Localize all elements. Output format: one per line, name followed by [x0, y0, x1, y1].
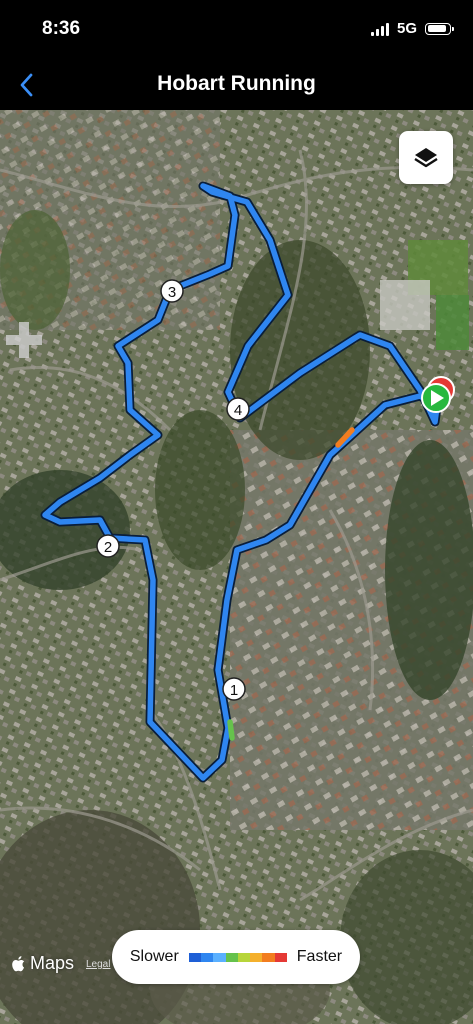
start-marker[interactable] [421, 383, 451, 413]
network-type: 5G [396, 20, 417, 37]
layers-icon [414, 147, 438, 167]
signal-icon [370, 22, 389, 36]
legend-faster-label: Faster [296, 948, 343, 965]
legend-slower-label: Slower [129, 948, 179, 965]
legal-link[interactable]: Legal [86, 959, 110, 970]
split-marker-2[interactable]: 2 [96, 534, 120, 558]
split-marker-label: 2 [104, 539, 112, 556]
split-marker-4[interactable]: 4 [226, 397, 250, 421]
split-marker-1[interactable]: 1 [222, 677, 246, 701]
split-markers: 1 2 3 4 [96, 279, 455, 701]
apple-icon [12, 955, 25, 971]
map-layers-button[interactable] [399, 131, 453, 184]
pace-legend: Slower Faster [112, 930, 360, 984]
battery-icon [425, 22, 454, 35]
pace-color-scale [188, 952, 287, 962]
navigation-bar: Hobart Running [0, 60, 473, 110]
pace-color-swatch [274, 952, 287, 962]
status-indicators: 5G [370, 20, 454, 37]
route-map[interactable]: 1 2 3 4 [0, 110, 473, 1024]
pace-color-swatch [201, 952, 214, 962]
split-marker-label: 1 [230, 682, 238, 699]
split-marker-3[interactable]: 3 [160, 279, 184, 303]
pace-color-swatch [225, 952, 238, 962]
pace-color-swatch [262, 952, 275, 962]
pace-color-swatch [237, 952, 251, 962]
pace-color-swatch [250, 952, 263, 962]
split-marker-label: 3 [168, 284, 176, 301]
apple-maps-logo: Maps [12, 953, 74, 974]
pace-color-swatch [188, 952, 202, 962]
status-bar: 8:36 5G [0, 0, 473, 60]
pace-color-swatch [213, 952, 226, 962]
status-time: 8:36 [42, 18, 81, 39]
split-marker-label: 4 [234, 402, 242, 419]
maps-attribution: Maps [30, 953, 75, 973]
page-title: Hobart Running [157, 72, 316, 95]
